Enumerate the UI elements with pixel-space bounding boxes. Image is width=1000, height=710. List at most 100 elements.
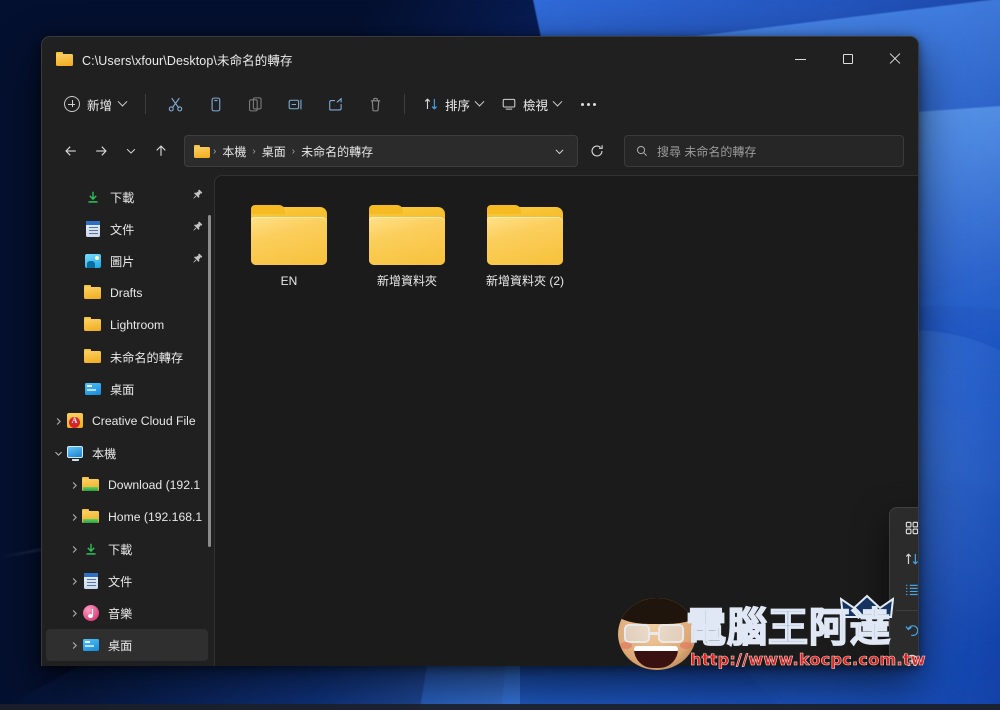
window-body: 下載文件圖片DraftsLightroom未命名的轉存桌面Creative Cl… — [42, 175, 918, 666]
search-icon — [635, 144, 649, 158]
chevron-right-icon[interactable] — [66, 576, 82, 587]
recent-locations-button[interactable] — [116, 136, 146, 166]
divider — [145, 94, 146, 114]
plus-circle-icon — [64, 96, 80, 112]
file-list-pane[interactable]: EN 新增資料夾 新增資料夾 (2) 檢視排序方式分組方式復原 刪除Ctrl+Z新增… — [214, 175, 918, 666]
command-bar: 新增 — [42, 81, 918, 127]
folder-icon — [194, 145, 210, 158]
plus-circle-icon — [904, 653, 918, 667]
grid-view-icon — [904, 520, 918, 538]
sidebar-item[interactable]: 未命名的轉存 — [46, 341, 208, 373]
chevron-right-icon[interactable] — [66, 512, 82, 523]
rename-button[interactable] — [275, 88, 315, 120]
network-folder-icon — [82, 476, 100, 494]
menu-separator — [896, 610, 918, 611]
sidebar-item[interactable]: 桌面 — [46, 629, 208, 661]
minimize-button[interactable] — [777, 37, 824, 81]
network-folder-icon — [82, 508, 100, 526]
file-explorer-window: C:\Users\xfour\Desktop\未命名的轉存 新增 — [41, 36, 919, 666]
chevron-right-icon[interactable] — [66, 480, 82, 491]
chevron-down-icon[interactable] — [50, 448, 66, 459]
refresh-button[interactable] — [582, 136, 612, 166]
file-item-label: 新增資料夾 — [377, 274, 437, 289]
breadcrumb-item-0[interactable]: 本機 — [217, 140, 251, 163]
breadcrumb-item-1[interactable]: 桌面 — [257, 140, 291, 163]
folder-icon — [56, 52, 73, 66]
sort-button[interactable]: 排序 — [414, 88, 492, 120]
sidebar-item-label: 文件 — [108, 572, 132, 590]
chevron-right-icon[interactable] — [66, 608, 82, 619]
copy-button[interactable] — [195, 88, 235, 120]
file-item-label: EN — [281, 274, 298, 289]
sidebar-item[interactable]: 文件 — [46, 213, 208, 245]
context-menu-item[interactable]: 新增 — [894, 646, 918, 666]
address-bar[interactable]: › 本機 › 桌面 › 未命名的轉存 — [184, 135, 578, 167]
sidebar-item[interactable]: 圖片 — [46, 245, 208, 277]
sidebar-item-label: Lightroom — [110, 318, 164, 332]
address-dropdown-button[interactable] — [547, 139, 571, 163]
sidebar-item[interactable]: Download (192.1 — [46, 469, 208, 501]
file-item[interactable]: 新增資料夾 (2) — [473, 198, 577, 295]
file-item[interactable]: 新增資料夾 — [355, 198, 459, 295]
back-button[interactable] — [56, 136, 86, 166]
context-menu-item[interactable]: 復原 刪除Ctrl+Z — [894, 615, 918, 646]
music-icon — [82, 604, 100, 622]
sidebar-item-label: Home (192.168.1 — [108, 510, 202, 524]
pictures-icon — [84, 252, 102, 270]
sidebar-item[interactable]: 本機 — [46, 437, 208, 469]
sidebar-item[interactable]: 文件 — [46, 565, 208, 597]
folder-icon — [487, 205, 563, 265]
sidebar-item[interactable]: 下載 — [46, 533, 208, 565]
delete-button[interactable] — [355, 88, 395, 120]
sidebar-item[interactable]: 桌面 — [46, 373, 208, 405]
navigation-pane: 下載文件圖片DraftsLightroom未命名的轉存桌面Creative Cl… — [42, 175, 214, 666]
download-icon — [82, 540, 100, 558]
sidebar-item[interactable]: Home (192.168.1 — [46, 501, 208, 533]
chevron-right-icon[interactable] — [66, 640, 82, 651]
new-button[interactable]: 新增 — [56, 88, 136, 120]
close-button[interactable] — [871, 37, 918, 81]
search-box[interactable]: 搜尋 未命名的轉存 — [624, 135, 904, 167]
context-menu-item[interactable]: 檢視 — [894, 513, 918, 544]
chevron-right-icon[interactable] — [50, 416, 66, 427]
scissors-icon — [167, 96, 184, 113]
title-bar: C:\Users\xfour\Desktop\未命名的轉存 — [42, 37, 918, 81]
pin-icon[interactable] — [191, 252, 204, 270]
sidebar-item-label: 音樂 — [108, 604, 132, 622]
window-controls — [777, 37, 918, 81]
arrow-up-icon — [153, 143, 169, 159]
document-icon — [82, 572, 100, 590]
pin-icon[interactable] — [191, 220, 204, 238]
cut-button[interactable] — [155, 88, 195, 120]
folder-icon — [84, 284, 102, 302]
sidebar-item[interactable]: Creative Cloud File — [46, 405, 208, 437]
view-button-label: 檢視 — [523, 95, 548, 114]
sidebar-item-label: 桌面 — [110, 380, 134, 398]
sort-icon — [423, 96, 439, 112]
search-input[interactable]: 搜尋 未命名的轉存 — [657, 143, 756, 160]
chevron-right-icon[interactable] — [66, 544, 82, 555]
paste-button[interactable] — [235, 88, 275, 120]
sidebar-item-label: 文件 — [110, 220, 134, 238]
view-button[interactable]: 檢視 — [492, 88, 570, 120]
maximize-button[interactable] — [824, 37, 871, 81]
sidebar-item[interactable]: Lightroom — [46, 309, 208, 341]
sidebar-item-label: 桌面 — [108, 636, 132, 654]
up-button[interactable] — [146, 136, 176, 166]
see-more-button[interactable] — [570, 88, 606, 120]
context-menu-item[interactable]: 分組方式 — [894, 575, 918, 606]
breadcrumb-item-2[interactable]: 未命名的轉存 — [296, 140, 378, 163]
paste-icon — [247, 96, 264, 113]
pin-icon[interactable] — [191, 188, 204, 206]
file-item[interactable]: EN — [237, 198, 341, 295]
sidebar-item[interactable]: Drafts — [46, 277, 208, 309]
file-grid: EN 新增資料夾 新增資料夾 (2) — [237, 198, 918, 295]
share-button[interactable] — [315, 88, 355, 120]
context-menu-item[interactable]: 排序方式 — [894, 544, 918, 575]
sidebar-item-label: Download (192.1 — [108, 478, 200, 492]
sidebar-item[interactable]: 下載 — [46, 181, 208, 213]
sidebar-item[interactable]: 音樂 — [46, 597, 208, 629]
forward-button[interactable] — [86, 136, 116, 166]
taskbar[interactable] — [0, 704, 1000, 710]
sidebar-scrollbar[interactable] — [208, 215, 211, 547]
